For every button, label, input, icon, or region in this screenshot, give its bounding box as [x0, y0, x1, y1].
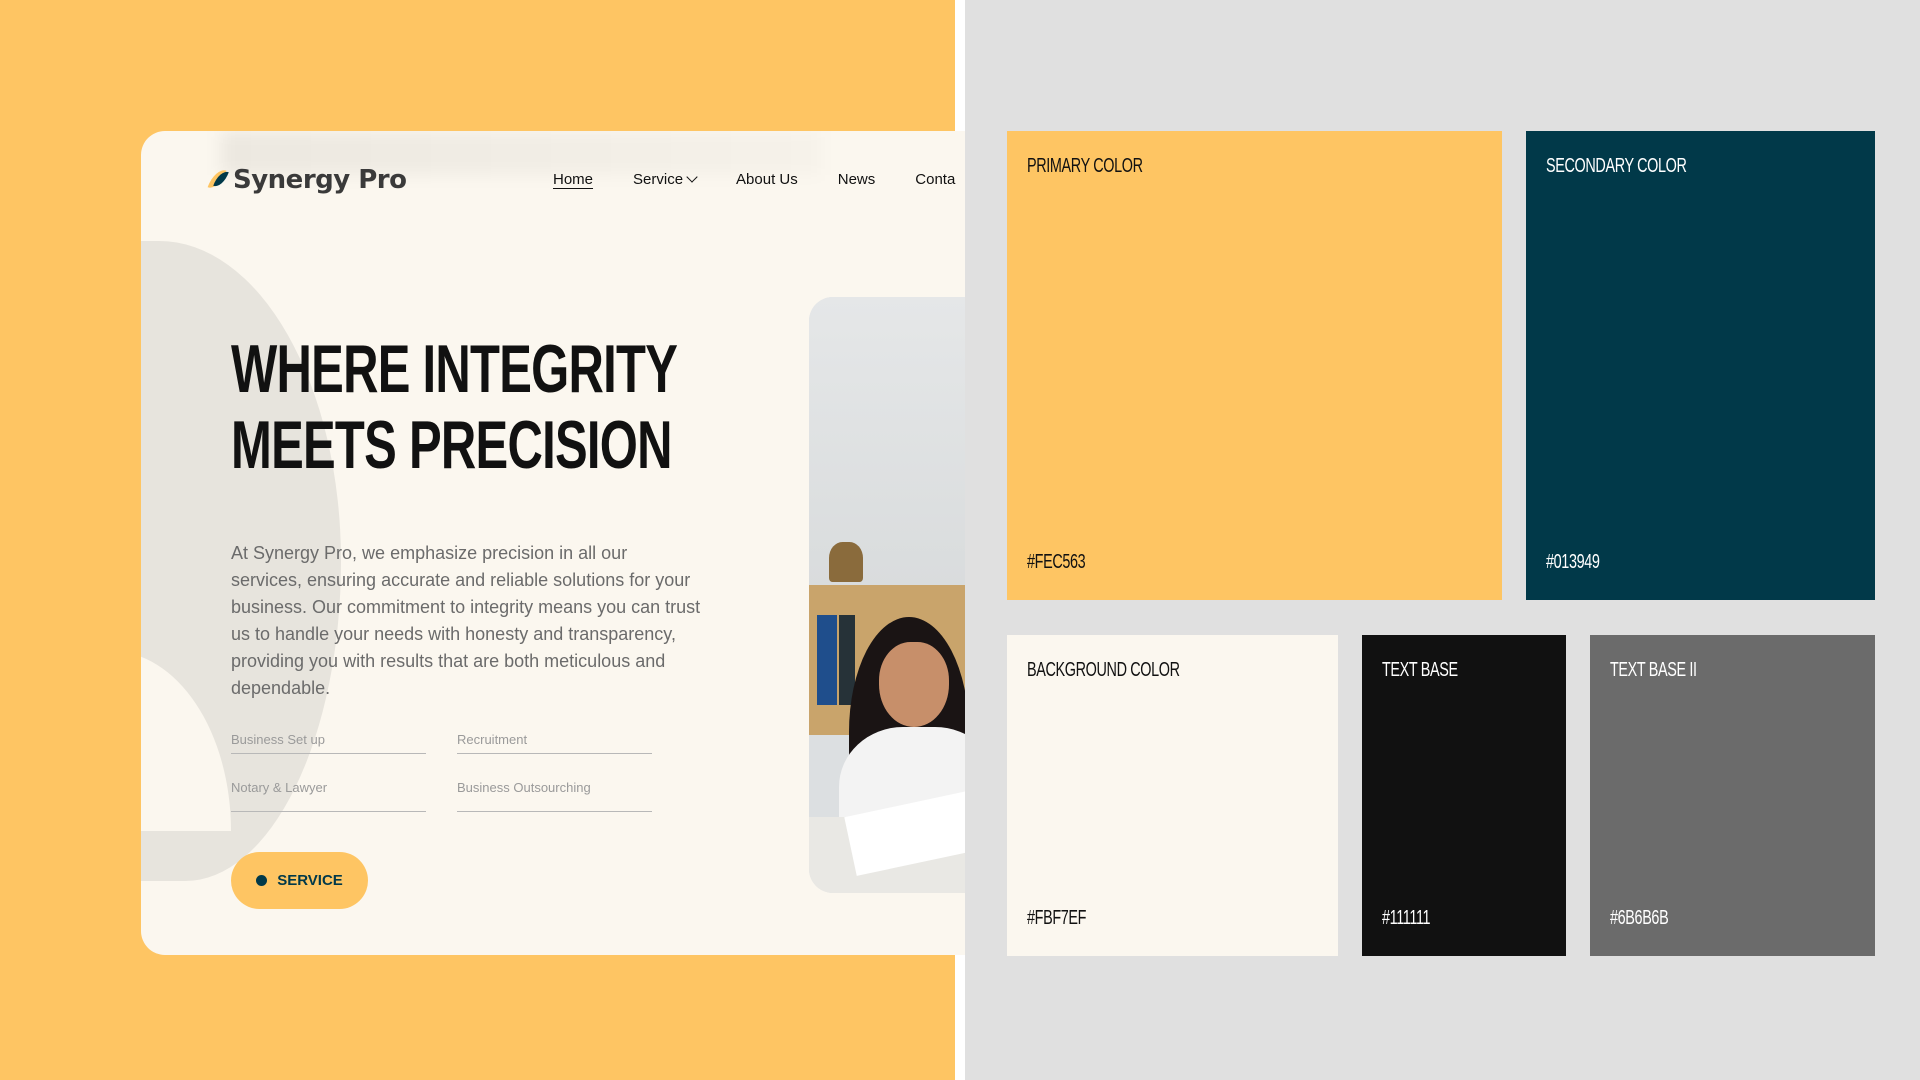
swatch-hex: #6B6B6B — [1610, 907, 1669, 929]
swatch-label: TEXT BASE — [1382, 659, 1458, 681]
chevron-down-icon — [686, 171, 698, 183]
headline-line-2: MEETS PRECISION — [231, 407, 673, 483]
hero-description: At Synergy Pro, we emphasize precision i… — [231, 543, 701, 698]
swatch-label: SECONDARY COLOR — [1546, 155, 1687, 177]
main-nav: Home Service About Us News Conta — [553, 171, 955, 188]
website-mockup-card: Synergy Pro Home Service About Us News C… — [141, 131, 965, 955]
service-link-recruitment[interactable]: Recruitment — [457, 732, 652, 754]
service-button[interactable]: SERVICE — [231, 852, 368, 909]
service-link-business-setup[interactable]: Business Set up — [231, 732, 426, 754]
nav-item-contact[interactable]: Conta — [915, 171, 955, 188]
swatch-text-base-ii: TEXT BASE II #6B6B6B — [1590, 635, 1875, 956]
nav-item-news[interactable]: News — [838, 171, 876, 188]
nav-item-about[interactable]: About Us — [736, 171, 798, 188]
hero-photo — [809, 297, 965, 893]
swatch-hex: #111111 — [1382, 907, 1431, 929]
brand-name: Synergy Pro — [233, 165, 407, 195]
service-link-notary[interactable]: Notary & Lawyer — [231, 780, 426, 812]
nav-item-home[interactable]: Home — [553, 171, 593, 188]
dot-icon — [256, 875, 268, 886]
swatch-hex: #FBF7EF — [1027, 907, 1087, 929]
headline-line-1: WHERE INTEGRITY — [231, 331, 678, 407]
swatch-primary: PRIMARY COLOR #FEC563 — [1007, 131, 1502, 600]
swatch-background: BACKGROUND COLOR #FBF7EF — [1007, 635, 1338, 956]
logo-mark-icon — [207, 166, 229, 194]
swatch-label: BACKGROUND COLOR — [1027, 659, 1180, 681]
swatch-hex: #013949 — [1546, 551, 1600, 573]
hero-headline: WHERE INTEGRITY MEETS PRECISION — [231, 331, 678, 483]
swatch-secondary: SECONDARY COLOR #013949 — [1526, 131, 1875, 600]
service-link-outsourcing[interactable]: Business Outsourching — [457, 780, 652, 812]
swatch-text-base: TEXT BASE #111111 — [1362, 635, 1566, 956]
brand-logo[interactable]: Synergy Pro — [207, 165, 407, 195]
nav-item-service[interactable]: Service — [633, 171, 698, 188]
service-button-label: SERVICE — [277, 872, 343, 889]
nav-item-service-label: Service — [633, 171, 684, 188]
swatch-label: TEXT BASE II — [1610, 659, 1697, 681]
swatch-label: PRIMARY COLOR — [1027, 155, 1143, 177]
swatch-hex: #FEC563 — [1027, 551, 1086, 573]
